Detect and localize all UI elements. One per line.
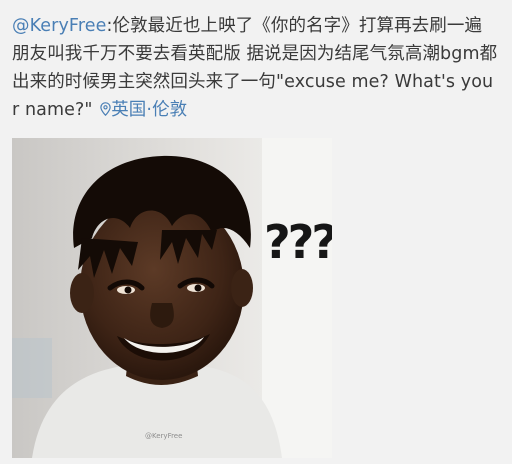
post-image[interactable]: ??? @KeryFree bbox=[12, 138, 332, 458]
weibo-post: @KeryFree:伦敦最近也上映了《你的名字》打算再去刷一遍 朋友叫我千万不要… bbox=[0, 0, 512, 464]
meme-photo: ??? @KeryFree bbox=[12, 138, 332, 458]
location-link[interactable]: 英国·伦敦 bbox=[98, 100, 187, 120]
question-marks-caption: ??? bbox=[264, 215, 332, 269]
location-label: 英国·伦敦 bbox=[111, 100, 188, 120]
image-watermark: @KeryFree bbox=[145, 432, 182, 440]
location-pin-icon bbox=[100, 102, 111, 116]
author-mention-link[interactable]: @KeryFree bbox=[12, 16, 106, 36]
post-text: @KeryFree:伦敦最近也上映了《你的名字》打算再去刷一遍 朋友叫我千万不要… bbox=[12, 12, 500, 124]
